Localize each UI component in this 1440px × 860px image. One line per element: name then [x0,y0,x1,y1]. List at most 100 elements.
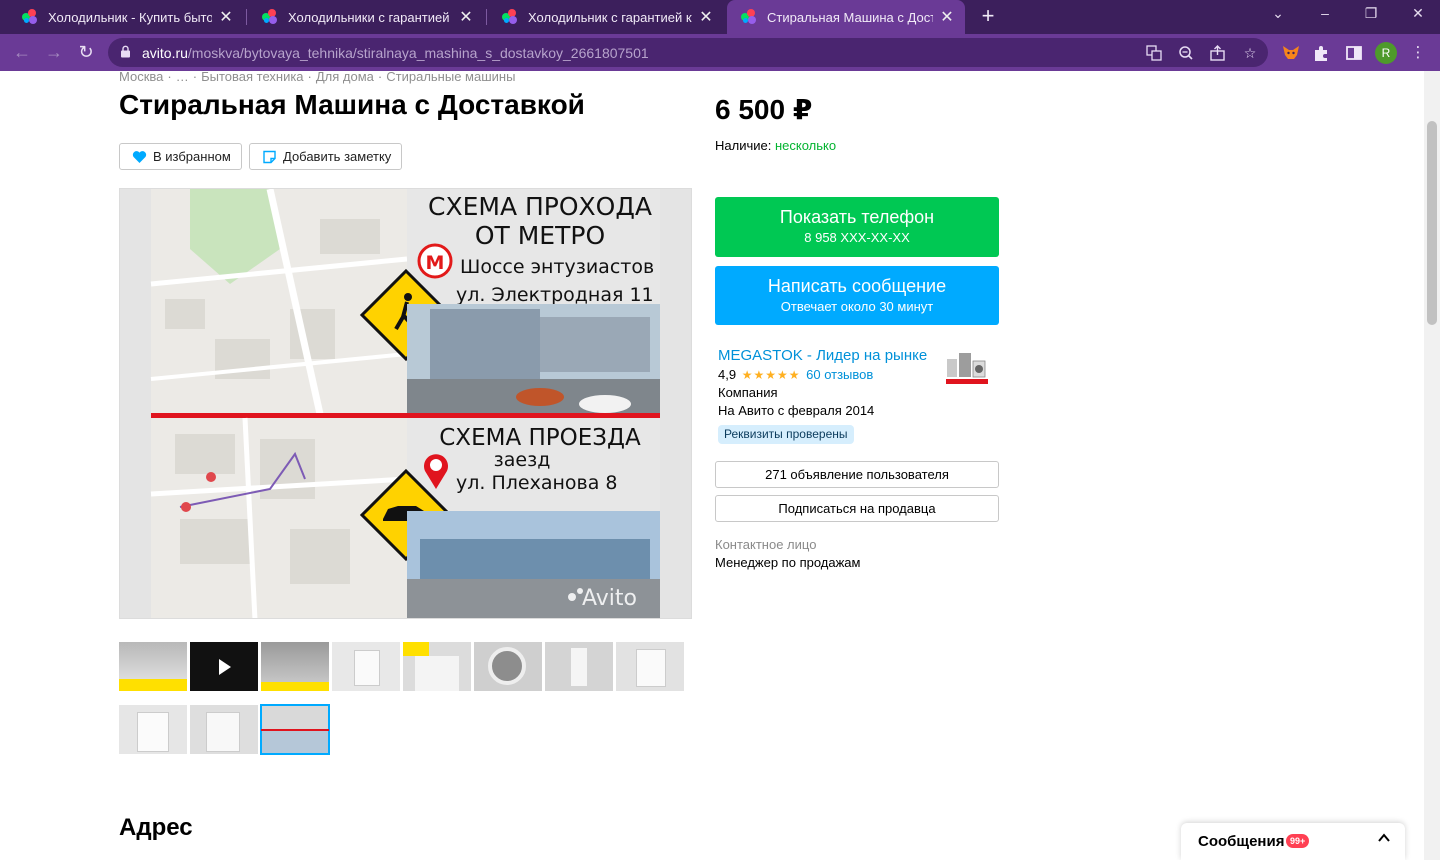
scheme-metro-station: Шоссе энтузиастов [460,256,654,278]
tab-close-icon[interactable]: ✕ [939,7,955,27]
contact-person-label: Контактное лицо [715,537,817,552]
seller-since: На Авито с февраля 2014 [718,403,875,418]
tab-search-icon[interactable]: ⌄ [1263,5,1293,22]
tab-title: Холодильник - Купить бытовую [48,9,212,25]
tab-separator [486,9,487,25]
window-close-icon[interactable]: ✕ [1403,5,1433,22]
heart-icon [132,150,147,163]
tab-1[interactable]: Холодильник - Купить бытовую ✕ [8,0,244,34]
tab-strip: Холодильник - Купить бытовую ✕ Холодильн… [0,0,1440,34]
thumbnail-2-video[interactable] [190,642,258,691]
scrollbar-thumb[interactable] [1427,121,1437,325]
extensions-puzzle-icon[interactable] [1311,42,1333,64]
thumbnail-10[interactable] [190,705,258,754]
availability-label: Наличие: [715,138,772,153]
response-time: Отвечает около 30 минут [780,299,934,314]
minimize-icon[interactable]: – [1310,5,1340,21]
thumbnail-4[interactable] [332,642,400,691]
breadcrumb-separator: · [192,71,198,84]
reload-icon[interactable]: ↻ [73,40,99,66]
thumbnail-6[interactable] [474,642,542,691]
lock-icon[interactable] [120,45,131,58]
tab-2[interactable]: Холодильники с гарантией и бы ✕ [248,0,484,34]
tab-title: Холодильник с гарантией купит [528,9,692,25]
breadcrumb-separator: · [377,71,383,84]
rating-stars-icon: ★★★★★ [741,368,801,382]
breadcrumb-item[interactable]: Москва [119,71,163,84]
contact-person-value: Менеджер по продажам [715,555,861,570]
tab-close-icon[interactable]: ✕ [458,7,474,27]
verified-badge[interactable]: Реквизиты проверены [718,425,854,444]
share-icon[interactable] [1208,43,1228,63]
thumbnail-5[interactable] [403,642,471,691]
page-title: Стиральная Машина с Доставкой [119,89,585,120]
rating-value: 4,9 [718,367,737,382]
breadcrumb-separator: · [167,71,172,84]
side-panel-icon[interactable] [1343,42,1365,64]
zoom-icon[interactable] [1176,43,1196,63]
scheme-street-2: ул. Плеханова 8 [456,472,618,494]
write-message-button[interactable]: Написать сообщение Отвечает около 30 мин… [715,266,999,325]
back-icon[interactable]: ← [9,40,35,66]
address-heading: Адрес [119,814,193,841]
write-message-label: Написать сообщение [767,276,947,296]
breadcrumb-separator: · [307,71,312,84]
seller-type: Компания [718,385,778,400]
breadcrumb-item[interactable]: Для дома [316,71,374,84]
thumbnail-8[interactable] [616,642,684,691]
tab-close-icon[interactable]: ✕ [218,7,234,27]
show-phone-button[interactable]: Показать телефон 8 958 XXX-XX-XX [715,197,999,257]
tab-title: Стиральная Машина с Доставко [767,9,933,25]
route-scheme-image: СХЕМА ПРОХОДА ОТ МЕТРО M Шоссе энтузиаст… [120,189,691,618]
tab-3[interactable]: Холодильник с гарантией купит ✕ [488,0,724,34]
add-note-button[interactable]: Добавить заметку [249,143,403,170]
browser-menu-icon[interactable]: ⋮ [1407,42,1429,64]
chevron-up-icon[interactable] [1377,831,1391,845]
tab-separator [246,9,247,25]
scheme-heading-2: ОТ МЕТРО [475,221,605,250]
scheme-entry-label: заезд [494,449,551,471]
seller-logo[interactable] [944,351,990,387]
restore-icon[interactable]: ❐ [1356,5,1386,22]
avito-favicon-icon [262,9,278,25]
translate-icon[interactable] [1144,43,1164,63]
avito-favicon-icon [502,9,518,25]
messages-panel[interactable]: Сообщения 99+ [1181,823,1405,860]
avito-watermark: Avito [582,586,637,611]
thumbnail-9[interactable] [119,705,187,754]
address-bar[interactable]: avito.ru/moskva/bytovaya_tehnika/stiraln… [108,38,1268,67]
breadcrumb-item[interactable]: Стиральные машины [386,71,515,84]
main-photo[interactable]: СХЕМА ПРОХОДА ОТ МЕТРО M Шоссе энтузиаст… [119,188,692,619]
tab-close-icon[interactable]: ✕ [698,7,714,27]
add-note-label: Добавить заметку [283,149,392,164]
price: 6 500 ₽ [715,94,813,125]
messages-count-badge: 99+ [1286,834,1310,848]
seller-name-link[interactable]: MEGASTOK - Лидер на рынке [718,347,927,364]
thumbnail-11-selected[interactable] [260,704,330,755]
show-phone-label: Показать телефон [779,207,935,227]
forward-icon[interactable]: → [41,40,67,66]
masked-phone: 8 958 XXX-XX-XX [804,230,910,245]
breadcrumb-item[interactable]: Бытовая техника [201,71,303,84]
avito-favicon-icon [741,9,757,25]
bookmark-star-icon[interactable]: ☆ [1240,43,1260,63]
messages-label: Сообщения [1198,833,1285,850]
tab-title: Холодильники с гарантией и бы [288,9,452,25]
new-tab-button[interactable]: + [976,4,1000,30]
page-scrollbar[interactable] [1424,71,1440,860]
user-ads-button[interactable]: 271 объявление пользователя [715,461,999,488]
scheme-heading-3: СХЕМА ПРОЕЗДА [439,425,641,451]
metamask-extension-icon[interactable] [1280,42,1302,64]
thumbnail-7[interactable] [545,642,613,691]
thumbnail-1[interactable] [119,642,187,691]
note-icon [263,150,276,163]
breadcrumb-item[interactable]: … [176,71,189,84]
favorite-button[interactable]: В избранном [119,143,242,170]
thumbnail-3[interactable] [261,642,329,691]
profile-avatar[interactable]: R [1375,42,1397,64]
tab-4-active[interactable]: Стиральная Машина с Доставко ✕ [727,0,965,34]
reviews-link[interactable]: 60 отзывов [806,367,873,382]
subscribe-seller-button[interactable]: Подписаться на продавца [715,495,999,522]
breadcrumb: Москва ·… · Бытовая техника · Для дома · Стирал… [119,71,515,84]
avito-favicon-icon [22,9,38,25]
